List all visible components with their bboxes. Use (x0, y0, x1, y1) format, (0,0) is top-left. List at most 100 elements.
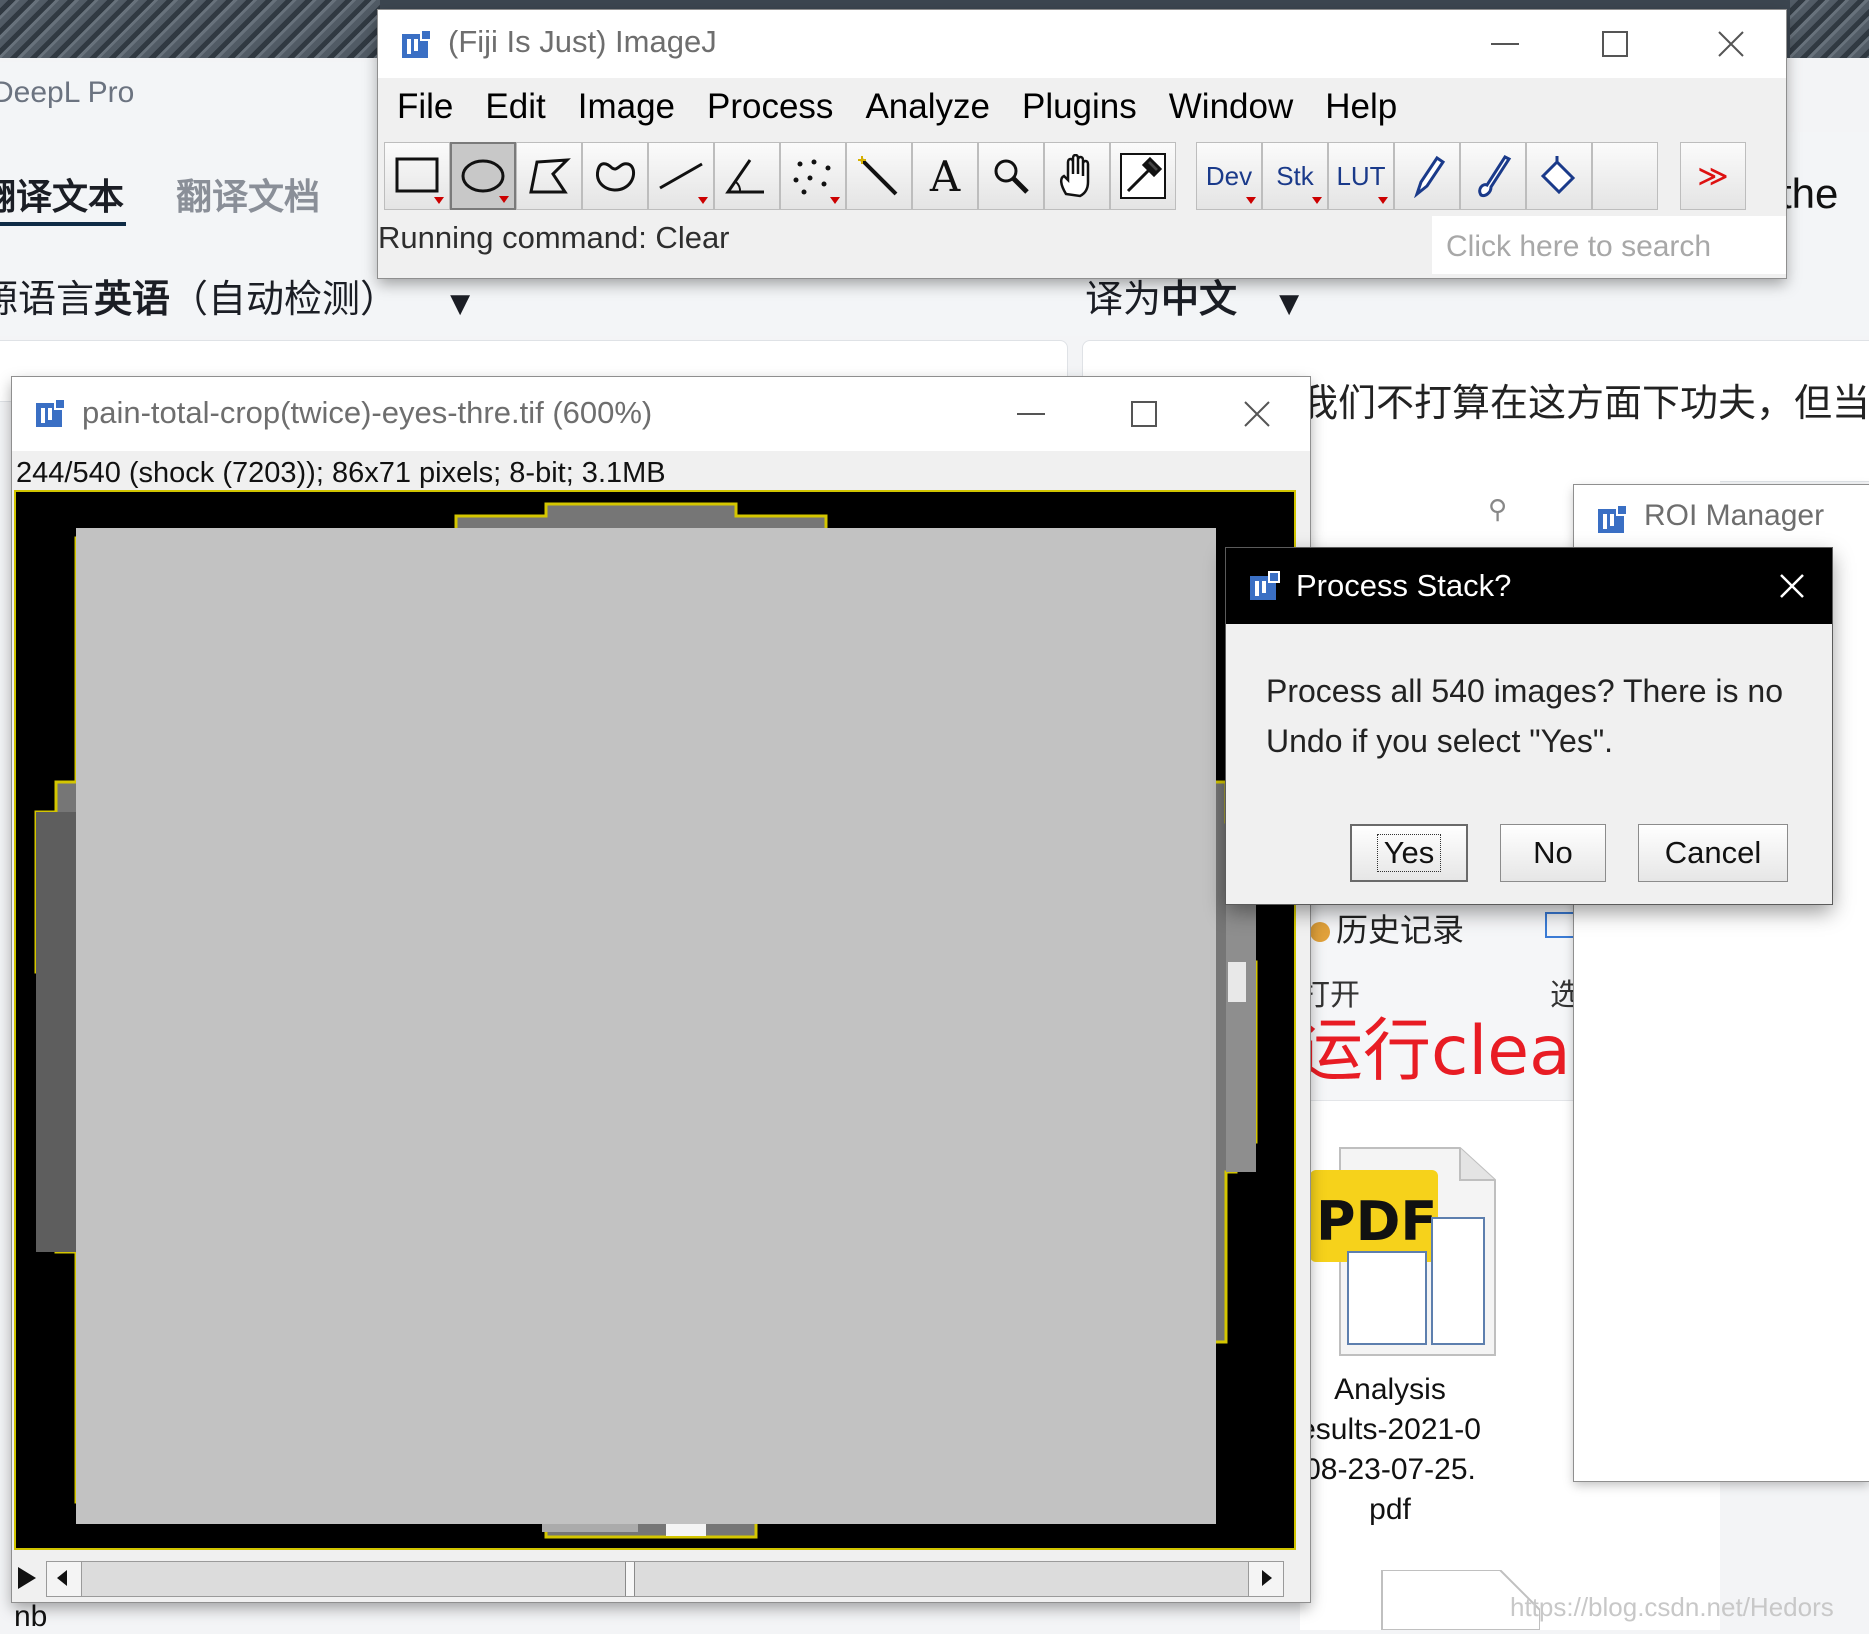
text-tool-icon: A (929, 151, 961, 201)
close-icon (1718, 31, 1744, 57)
maximize-icon (1602, 31, 1628, 57)
lut-menu-tool[interactable]: LUT (1328, 142, 1394, 210)
maximize-button[interactable] (1560, 10, 1670, 78)
stack-image (16, 492, 1294, 1548)
maximize-button[interactable] (1089, 377, 1199, 451)
minimize-icon (1017, 413, 1045, 415)
target-label: 译为 (1085, 277, 1162, 321)
angle-icon (725, 159, 764, 194)
close-button[interactable] (1202, 377, 1312, 451)
rectangle-tool[interactable] (384, 142, 450, 210)
scroll-right-button[interactable] (1248, 1562, 1283, 1596)
menu-edit[interactable]: Edit (469, 87, 561, 127)
zoom-tool[interactable] (978, 142, 1044, 210)
minimize-button[interactable] (976, 377, 1086, 451)
deepl-brand: DeepL Pro (0, 76, 135, 109)
hand-tool[interactable] (1044, 142, 1110, 210)
chevron-down-icon: ▼ (450, 289, 471, 319)
tab-translate-docs[interactable]: 翻译文档 (176, 168, 320, 220)
yes-button[interactable]: Yes (1350, 824, 1468, 882)
stack-slider[interactable] (46, 1561, 1284, 1597)
close-icon (1780, 574, 1804, 598)
minimize-button[interactable] (1450, 10, 1560, 78)
imagej-icon (36, 398, 66, 427)
imagej-titlebar[interactable]: (Fiji Is Just) ImageJ (378, 10, 1786, 78)
pdf-file-caption[interactable]: Analysis esults-2021-0 08-23-07-25. pdf (1290, 1370, 1490, 1530)
source-language: 英语 (94, 277, 171, 321)
roi-titlebar[interactable]: ROI Manager (1574, 485, 1869, 555)
left-file-caption: nb (14, 1600, 48, 1633)
wand-tool[interactable] (846, 142, 912, 210)
image-canvas[interactable] (14, 490, 1296, 1550)
imagej-main-window[interactable]: (Fiji Is Just) ImageJ File Edit Image Pr… (378, 10, 1786, 278)
dialog-titlebar[interactable]: Process Stack? (1226, 548, 1832, 624)
paintbrush-tool[interactable] (1460, 142, 1526, 210)
dev-menu-tool[interactable]: Dev (1196, 142, 1262, 210)
magnifier-icon (994, 159, 1029, 194)
menu-process[interactable]: Process (691, 87, 849, 127)
caption-line: pdf (1369, 1493, 1411, 1526)
line-tool[interactable] (648, 142, 714, 210)
minimize-icon (1491, 43, 1519, 45)
menu-image[interactable]: Image (562, 87, 691, 127)
point-tool[interactable] (780, 142, 846, 210)
no-button[interactable]: No (1500, 824, 1606, 882)
image-window[interactable]: pain-total-crop(twice)-eyes-thre.tif (60… (12, 377, 1310, 1602)
angle-tool[interactable] (714, 142, 780, 210)
menubar: File Edit Image Process Analyze Plugins … (378, 78, 1786, 136)
pin-icon[interactable]: ⚲ (1488, 495, 1507, 525)
imagej-icon (402, 29, 432, 58)
text-tool[interactable]: A (912, 142, 978, 210)
menu-help[interactable]: Help (1309, 87, 1413, 127)
source-label: 源语言 (0, 277, 95, 321)
polygon-icon (529, 158, 571, 194)
dev-label: Dev (1205, 160, 1253, 191)
dialog-close-button[interactable] (1752, 548, 1832, 624)
no-label: No (1533, 835, 1573, 870)
dialog-message: Process all 540 images? There is no Undo… (1266, 673, 1784, 759)
stk-label: Stk (1276, 160, 1314, 191)
more-tools-button[interactable]: ≫ (1680, 142, 1746, 210)
close-button[interactable] (1676, 10, 1786, 78)
menu-plugins[interactable]: Plugins (1006, 87, 1153, 127)
source-text-fragment: the (1780, 170, 1839, 217)
oval-icon (461, 159, 505, 193)
dropper-icon (1120, 153, 1166, 199)
search-placeholder: Click here to search (1446, 230, 1712, 263)
close-icon (1244, 401, 1270, 427)
oval-tool[interactable] (450, 142, 516, 210)
annotation-text: 运行clear (1295, 1012, 1599, 1091)
color-picker-tool[interactable] (1110, 142, 1176, 210)
pdf-file-icon[interactable]: PDF (1310, 1140, 1500, 1360)
cancel-label: Cancel (1664, 835, 1762, 870)
image-titlebar[interactable]: pain-total-crop(twice)-eyes-thre.tif (60… (12, 377, 1310, 451)
stk-menu-tool[interactable]: Stk (1262, 142, 1328, 210)
caption-line: esults-2021-0 (1299, 1413, 1481, 1446)
deepl-brand-bar: DeepL Pro (0, 62, 400, 132)
empty-tool-slot[interactable] (1592, 142, 1658, 210)
toolbar: A Dev Stk LUT ≫ (384, 140, 1778, 216)
hand-icon (1060, 154, 1090, 198)
caption-line: Analysis (1334, 1373, 1446, 1406)
process-stack-dialog[interactable]: Process Stack? Process all 540 images? T… (1226, 548, 1832, 904)
play-button[interactable] (18, 1567, 36, 1589)
caption-line: 08-23-07-25. (1304, 1453, 1476, 1486)
pencil-tool[interactable] (1394, 142, 1460, 210)
polygon-tool[interactable] (516, 142, 582, 210)
history-button[interactable]: 历史记录 (1310, 905, 1464, 951)
cancel-button[interactable]: Cancel (1638, 824, 1788, 882)
scroll-left-button[interactable] (47, 1562, 82, 1596)
tab-translate-text[interactable]: 翻译文本 (0, 168, 124, 220)
lut-label: LUT (1336, 160, 1386, 191)
image-info-line: 244/540 (shock (7203)); 86x71 pixels; 8-… (16, 457, 666, 489)
source-detect: （自动检测） (170, 277, 399, 321)
menu-window[interactable]: Window (1153, 87, 1309, 127)
line-icon (659, 162, 703, 190)
command-search-box[interactable]: Click here to search (1432, 216, 1786, 274)
freehand-tool[interactable] (582, 142, 648, 210)
menu-analyze[interactable]: Analyze (849, 87, 1006, 127)
flood-fill-tool[interactable] (1526, 142, 1592, 210)
slider-thumb[interactable] (625, 1562, 635, 1596)
menu-file[interactable]: File (378, 87, 469, 127)
chevron-down-icon: ▼ (1279, 289, 1300, 319)
